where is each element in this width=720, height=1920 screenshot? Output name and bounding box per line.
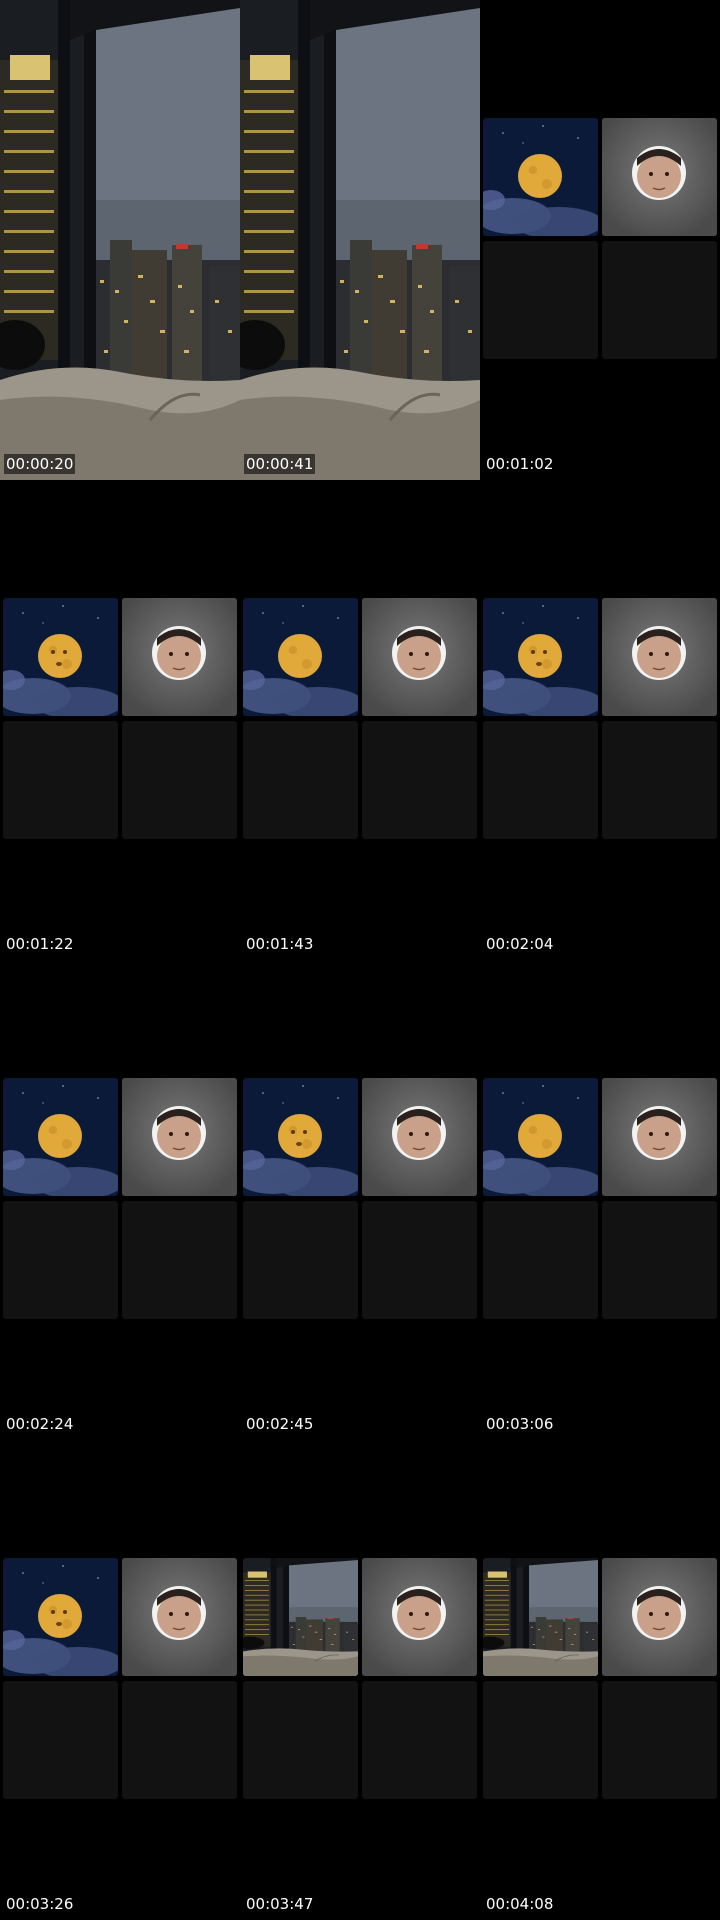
empty-tile — [3, 1201, 118, 1319]
timestamp-label: 00:01:22 — [6, 935, 74, 953]
frame-thumbnail[interactable]: 00:03:47 — [240, 1440, 480, 1920]
face-tile-image — [122, 1558, 237, 1676]
frame-thumbnail[interactable]: 00:01:43 — [240, 480, 480, 960]
frame-thumbnail[interactable]: 00:00:20 — [0, 0, 240, 480]
timestamp-label: 00:03:26 — [6, 1895, 74, 1913]
moon-tile-image — [3, 1558, 118, 1676]
thumbnail-grid: 00:00:20 00:00:41 00:01:02 00:01:22 00:0… — [0, 0, 720, 1920]
face-tile-image — [362, 598, 477, 716]
city-night-view-image — [0, 0, 240, 480]
city-tile-image — [243, 1558, 358, 1676]
empty-tile — [122, 1681, 237, 1799]
timestamp-label: 00:01:43 — [246, 935, 314, 953]
face-tile-image — [602, 118, 717, 236]
timestamp-label: 00:02:45 — [246, 1415, 314, 1433]
empty-tile — [362, 721, 477, 839]
empty-tile — [362, 1201, 477, 1319]
timestamp-label: 00:00:20 — [4, 454, 76, 474]
city-night-view-image — [240, 0, 480, 480]
moon-tile-image — [483, 598, 598, 716]
frame-thumbnail[interactable]: 00:02:24 — [0, 960, 240, 1440]
empty-tile — [243, 1201, 358, 1319]
face-tile-image — [122, 598, 237, 716]
city-tile-image — [483, 1558, 598, 1676]
empty-tile — [602, 1681, 717, 1799]
empty-tile — [483, 721, 598, 839]
face-tile-image — [362, 1558, 477, 1676]
face-tile-image — [362, 1078, 477, 1196]
frame-thumbnail[interactable]: 00:02:04 — [480, 480, 720, 960]
face-tile-image — [602, 598, 717, 716]
moon-tile-image — [3, 598, 118, 716]
empty-tile — [602, 1201, 717, 1319]
timestamp-label: 00:02:24 — [6, 1415, 74, 1433]
empty-tile — [243, 1681, 358, 1799]
frame-thumbnail[interactable]: 00:00:41 — [240, 0, 480, 480]
frame-thumbnail[interactable]: 00:04:08 — [480, 1440, 720, 1920]
empty-tile — [483, 1201, 598, 1319]
empty-tile — [362, 1681, 477, 1799]
moon-tile-image — [483, 118, 598, 236]
empty-tile — [3, 1681, 118, 1799]
moon-tile-image — [483, 1078, 598, 1196]
moon-tile-image — [3, 1078, 118, 1196]
empty-tile — [243, 721, 358, 839]
timestamp-label: 00:03:47 — [246, 1895, 314, 1913]
frame-thumbnail[interactable]: 00:02:45 — [240, 960, 480, 1440]
frame-thumbnail[interactable]: 00:03:06 — [480, 960, 720, 1440]
face-tile-image — [122, 1078, 237, 1196]
timestamp-label: 00:02:04 — [486, 935, 554, 953]
moon-tile-image — [243, 598, 358, 716]
frame-thumbnail[interactable]: 00:01:22 — [0, 480, 240, 960]
moon-tile-image — [243, 1078, 358, 1196]
timestamp-label: 00:03:06 — [486, 1415, 554, 1433]
empty-tile — [483, 241, 598, 359]
empty-tile — [602, 721, 717, 839]
frame-thumbnail[interactable]: 00:03:26 — [0, 1440, 240, 1920]
frame-thumbnail[interactable]: 00:01:02 — [480, 0, 720, 480]
empty-tile — [483, 1681, 598, 1799]
empty-tile — [122, 1201, 237, 1319]
empty-tile — [3, 721, 118, 839]
timestamp-label: 00:01:02 — [486, 455, 554, 473]
timestamp-label: 00:00:41 — [244, 454, 316, 474]
timestamp-label: 00:04:08 — [486, 1895, 554, 1913]
face-tile-image — [602, 1078, 717, 1196]
face-tile-image — [602, 1558, 717, 1676]
empty-tile — [122, 721, 237, 839]
empty-tile — [602, 241, 717, 359]
